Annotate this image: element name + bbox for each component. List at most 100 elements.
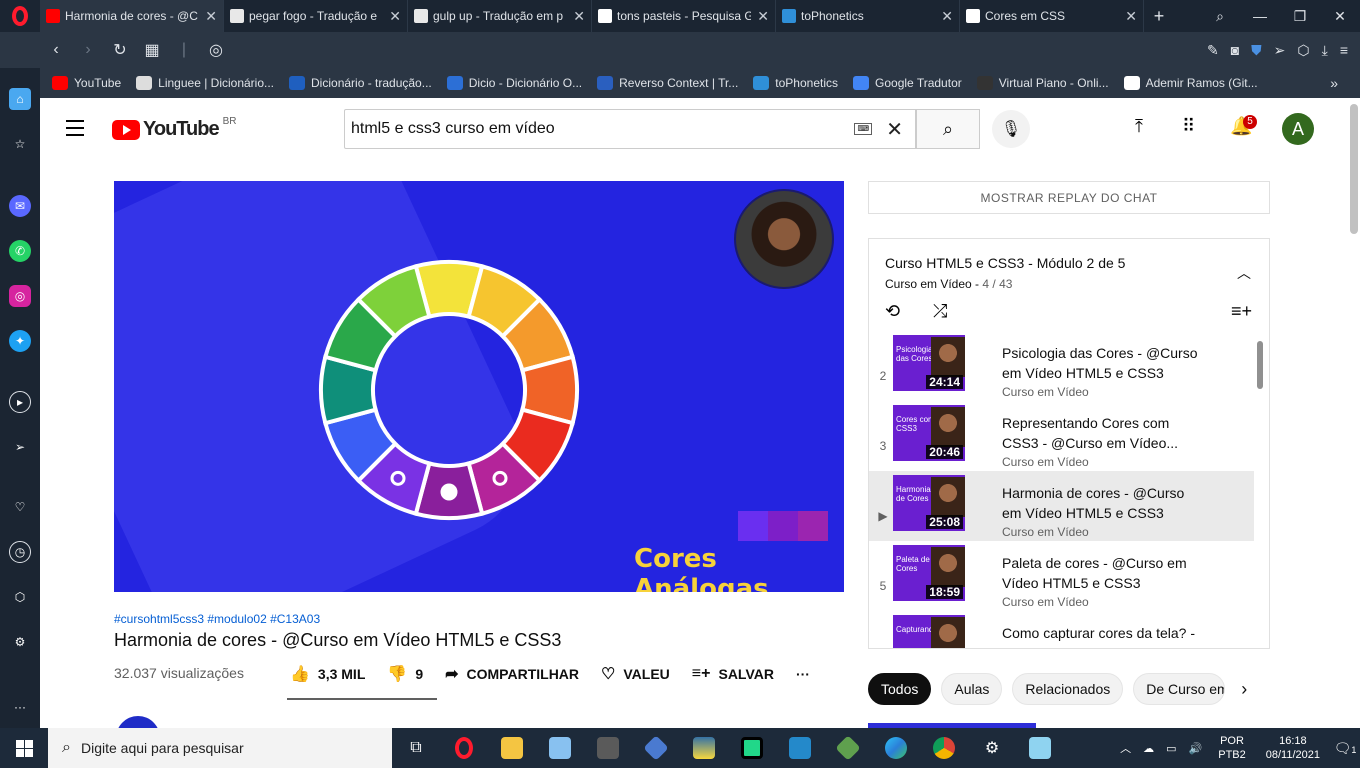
playlist-thumbnail[interactable]: Psicologia das Cores 24:14 xyxy=(893,335,965,391)
history-icon[interactable]: ◷ xyxy=(9,541,31,563)
forward-icon[interactable]: › xyxy=(72,41,104,59)
bookmark-item[interactable]: Dicionário - tradução... xyxy=(289,76,432,90)
voice-search-button[interactable]: 🎙 xyxy=(992,110,1030,148)
pycharm-icon[interactable] xyxy=(728,728,776,768)
filter-chip[interactable]: Todos xyxy=(868,673,932,705)
settings-icon[interactable]: ⚙ xyxy=(9,631,31,653)
playlist-thumbnail[interactable]: Cores com CSS3 20:46 xyxy=(893,405,965,461)
app-icon[interactable] xyxy=(584,728,632,768)
browser-tab[interactable]: Harmonia de cores - @C ✕ xyxy=(40,0,224,32)
start-button[interactable] xyxy=(0,728,48,768)
video-player[interactable]: Cores Análogas xyxy=(114,181,844,592)
extensions-icon[interactable]: ⬡ xyxy=(9,586,31,608)
speed-dial-icon[interactable]: ☆ xyxy=(9,133,31,155)
maximize-button[interactable]: ❐ xyxy=(1280,0,1320,32)
search-input[interactable]: html5 e css3 curso em vídeo ⌨ ✕ xyxy=(344,109,916,149)
globe-icon[interactable]: ◎ xyxy=(200,40,232,60)
playlist-item[interactable]: 3 Cores com CSS3 20:46 Representando Cores … xyxy=(869,401,1254,471)
filter-chip[interactable]: Relacionados xyxy=(1012,673,1124,705)
close-tab-icon[interactable]: ✕ xyxy=(573,8,585,25)
vscode-icon[interactable] xyxy=(776,728,824,768)
bookmark-item[interactable]: Linguee | Dicionário... xyxy=(136,76,274,90)
bookmarks-more-button[interactable]: » xyxy=(1330,75,1338,91)
send-flow-icon[interactable]: ➢ xyxy=(9,436,31,458)
browser-tab[interactable]: toPhonetics ✕ xyxy=(776,0,960,32)
close-tab-icon[interactable]: ✕ xyxy=(941,8,953,25)
browser-tab[interactable]: Cores em CSS ✕ xyxy=(960,0,1144,32)
paint-icon[interactable] xyxy=(536,728,584,768)
camera-icon[interactable]: ◙ xyxy=(1231,42,1239,59)
bookmark-item[interactable]: Google Tradutor xyxy=(853,76,962,90)
menu-icon[interactable] xyxy=(66,120,84,141)
easy-setup-icon[interactable]: ≡ xyxy=(1340,42,1348,59)
playlist-item[interactable]: 2 Psicologia das Cores 24:14 Psicologia das… xyxy=(869,331,1254,401)
task-view-icon[interactable]: ⧉ xyxy=(392,728,440,768)
playlist-item[interactable]: ▶ Harmonia de Cores 25:08 Harmonia de cores… xyxy=(869,471,1254,541)
chevron-right-icon[interactable]: › xyxy=(1241,679,1247,700)
playlist-scrollbar[interactable] xyxy=(1257,341,1263,389)
more-actions-button[interactable]: ··· xyxy=(796,666,810,682)
bookmark-item[interactable]: toPhonetics xyxy=(753,76,838,90)
like-button[interactable]: 👍 3,3 MIL xyxy=(290,664,365,684)
edit-icon[interactable]: ✎ xyxy=(1207,42,1219,59)
playlist-title[interactable]: Curso HTML5 e CSS3 - Módulo 2 de 5 xyxy=(885,255,1125,271)
bookmark-item[interactable]: Reverso Context | Tr... xyxy=(597,76,738,90)
tray-overflow-icon[interactable]: ︿ xyxy=(1120,740,1131,756)
clear-search-icon[interactable]: ✕ xyxy=(886,117,903,142)
playlist-item[interactable]: Capturando Como capturar cores da tela? - xyxy=(869,611,1254,648)
playlist-thumbnail[interactable]: Harmonia de Cores 25:08 xyxy=(893,475,965,531)
instagram-icon[interactable]: ◎ xyxy=(9,285,31,307)
thanks-button[interactable]: ♡ VALEU xyxy=(601,664,670,684)
bookmark-item[interactable]: Ademir Ramos (Git... xyxy=(1123,76,1258,90)
search-tabs-icon[interactable]: ⌕ xyxy=(1200,0,1240,32)
filter-chip[interactable]: Aulas xyxy=(941,673,1003,705)
close-window-button[interactable]: ✕ xyxy=(1320,0,1360,32)
save-button[interactable]: ≡+ SALVAR xyxy=(692,665,774,683)
cube-icon[interactable]: ⬡ xyxy=(1297,42,1309,59)
close-tab-icon[interactable]: ✕ xyxy=(757,8,769,25)
upload-icon[interactable]: ⤒ xyxy=(1135,116,1143,137)
minimize-button[interactable]: — xyxy=(1240,0,1280,32)
search-button[interactable]: ⌕ xyxy=(916,109,980,149)
notification-center-icon[interactable]: 🗨1 xyxy=(1330,740,1360,757)
settings-gear-icon[interactable]: ⚙ xyxy=(968,728,1016,768)
bookmark-item[interactable]: Virtual Piano - Onli... xyxy=(976,76,1109,90)
shuffle-icon[interactable]: ⤮ xyxy=(933,301,947,322)
youtube-logo[interactable]: YouTube BR xyxy=(112,116,236,141)
input-language[interactable]: POR PTB2 xyxy=(1218,734,1246,762)
nodejs-icon[interactable] xyxy=(824,728,872,768)
clock[interactable]: 16:18 08/11/2021 xyxy=(1266,734,1320,762)
browser-tab[interactable]: tons pasteis - Pesquisa G ✕ xyxy=(592,0,776,32)
taskbar-search-input[interactable]: ⌕ Digite aqui para pesquisar xyxy=(48,728,392,768)
filter-chip[interactable]: De Curso em xyxy=(1133,673,1226,705)
playlist-thumbnail[interactable]: Paleta de Cores 18:59 xyxy=(893,545,965,601)
tabs-grid-icon[interactable]: ▦ xyxy=(136,40,168,60)
onedrive-icon[interactable]: ☁ xyxy=(1143,742,1154,755)
download-icon[interactable]: ⤓ xyxy=(1322,42,1328,59)
browser-tab[interactable]: pegar fogo - Tradução e ✕ xyxy=(224,0,408,32)
file-explorer-icon[interactable] xyxy=(488,728,536,768)
close-tab-icon[interactable]: ✕ xyxy=(1125,8,1137,25)
browser-tab[interactable]: gulp up - Tradução em p ✕ xyxy=(408,0,592,32)
page-scrollbar[interactable] xyxy=(1350,104,1358,234)
volume-icon[interactable]: 🔊 xyxy=(1189,742,1203,755)
keyboard-icon[interactable]: ⌨ xyxy=(854,123,873,135)
playlist-channel[interactable]: Curso em Vídeo xyxy=(885,277,972,291)
network-icon[interactable]: ▭ xyxy=(1166,742,1176,755)
whatsapp-icon[interactable]: ✆ xyxy=(9,240,31,262)
apps-grid-icon[interactable]: ⠿ xyxy=(1182,116,1195,137)
favorites-icon[interactable]: ♡ xyxy=(9,496,31,518)
bookmark-item[interactable]: YouTube xyxy=(52,76,121,90)
player-icon[interactable]: ▸ xyxy=(9,391,31,413)
playlist-item[interactable]: 5 Paleta de Cores 18:59 Paleta de cores - @… xyxy=(869,541,1254,611)
add-to-playlist-icon[interactable]: ≡+ xyxy=(1231,301,1252,322)
close-tab-icon[interactable]: ✕ xyxy=(389,8,401,25)
vpn-shield-icon[interactable]: ⛊ xyxy=(1251,42,1262,59)
close-tab-icon[interactable]: ✕ xyxy=(205,8,217,25)
collapse-chevron-icon[interactable]: ︿ xyxy=(1237,263,1251,283)
edge-icon[interactable] xyxy=(872,728,920,768)
loop-icon[interactable]: ⟲ xyxy=(885,301,900,322)
playlist-thumbnail[interactable]: Capturando xyxy=(893,615,965,648)
bookmark-item[interactable]: Dicio - Dicionário O... xyxy=(446,76,582,90)
python-icon[interactable] xyxy=(680,728,728,768)
